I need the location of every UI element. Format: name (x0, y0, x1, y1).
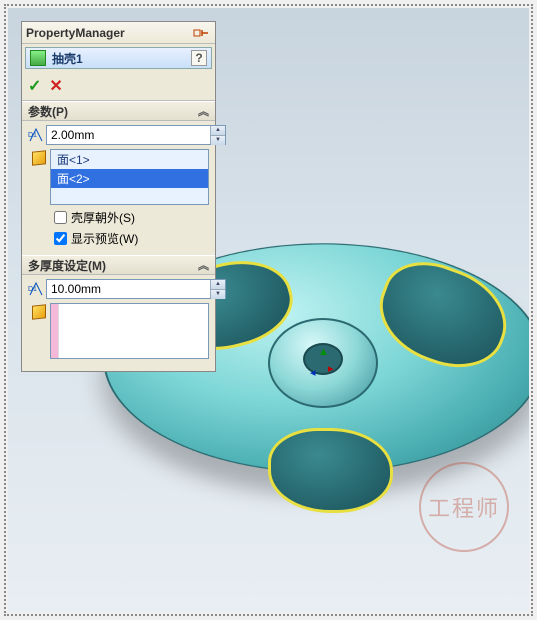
multi-thickness-input[interactable] (47, 280, 210, 298)
multi-face-selection-icon (28, 303, 50, 319)
shell-outward-checkbox[interactable] (54, 211, 67, 224)
multi-faces-listbox[interactable] (50, 303, 209, 359)
thickness-spinner[interactable]: ▲ ▼ (210, 126, 225, 144)
show-preview-checkbox[interactable] (54, 232, 67, 245)
thickness-input[interactable] (47, 126, 210, 144)
list-item[interactable]: 面<2> (51, 169, 208, 188)
chevron-up-icon: ︽ (198, 257, 209, 273)
spin-down-icon[interactable]: ▼ (211, 290, 225, 299)
shell-feature-icon (30, 50, 46, 66)
thickness-spinbox[interactable]: ▲ ▼ (46, 125, 226, 145)
show-preview-label: 显示预览(W) (71, 230, 138, 247)
faces-listbox[interactable]: 面<1> 面<2> (50, 149, 209, 205)
pm-titlebar: PropertyManager (22, 22, 215, 44)
spin-up-icon[interactable]: ▲ (211, 280, 225, 290)
params-header[interactable]: 参数(P) ︽ (22, 101, 215, 121)
params-body: D1 ▲ ▼ 面<1> 面<2> (22, 121, 215, 255)
face-selection-icon (28, 149, 50, 165)
list-item[interactable]: 面<1> (51, 150, 208, 169)
multi-header[interactable]: 多厚度设定(M) ︽ (22, 255, 215, 275)
pm-title-text: PropertyManager (26, 26, 125, 40)
multi-body: D1 ▲ ▼ (22, 275, 215, 371)
multi-header-label: 多厚度设定(M) (28, 257, 106, 274)
selection-highlight-bar (51, 304, 59, 358)
svg-text:D1: D1 (28, 286, 37, 293)
graphics-viewport[interactable]: ▲▸◂ PropertyManager 抽壳1 ? ✓ ✕ (8, 8, 529, 612)
spin-up-icon[interactable]: ▲ (211, 126, 225, 136)
feature-name-row: 抽壳1 ? (25, 47, 212, 69)
property-manager-panel: PropertyManager 抽壳1 ? ✓ ✕ 参数(P) ︽ (21, 21, 216, 372)
multi-thickness-spinbox[interactable]: ▲ ▼ (46, 279, 226, 299)
multi-thickness-dim-icon: D1 (28, 281, 46, 297)
multi-thickness-spinner[interactable]: ▲ ▼ (210, 280, 225, 298)
svg-text:D1: D1 (28, 132, 37, 139)
cancel-button[interactable]: ✕ (49, 76, 62, 96)
shell-outward-label: 壳厚朝外(S) (71, 209, 135, 226)
thickness-dim-icon: D1 (28, 127, 46, 143)
chevron-up-icon: ︽ (198, 103, 209, 119)
params-header-label: 参数(P) (28, 103, 68, 120)
help-button[interactable]: ? (191, 50, 207, 66)
pin-icon[interactable] (191, 25, 211, 41)
ok-button[interactable]: ✓ (28, 76, 41, 96)
confirm-bar: ✓ ✕ (22, 72, 215, 101)
spin-down-icon[interactable]: ▼ (211, 136, 225, 145)
feature-name: 抽壳1 (52, 50, 83, 67)
